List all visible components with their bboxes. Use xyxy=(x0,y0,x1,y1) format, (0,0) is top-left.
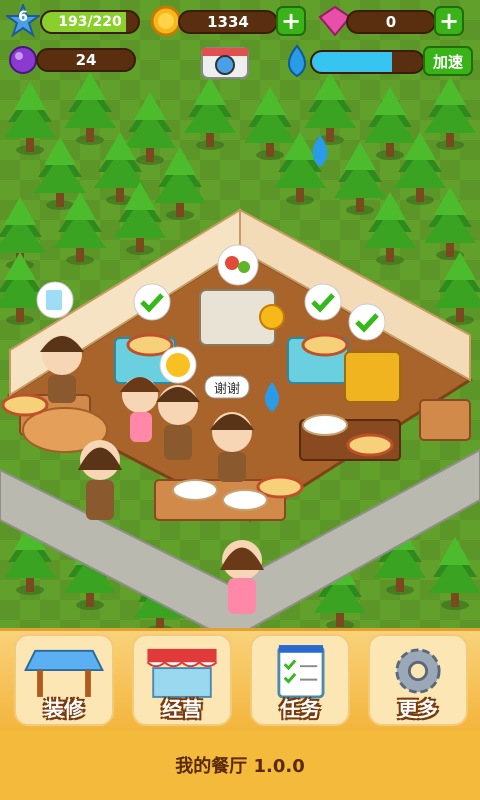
thanks-speech-text: 谢谢 xyxy=(214,381,240,397)
water-drop-icon-hud xyxy=(282,44,312,78)
coin-icon-scene xyxy=(259,304,285,330)
add-coins-button[interactable]: + xyxy=(276,6,306,36)
xp-text: 193/220 xyxy=(58,14,122,30)
gem-count: 0 xyxy=(346,10,436,34)
energy-orb-icon xyxy=(8,45,38,75)
energy-count: 24 xyxy=(36,48,136,72)
camera-button[interactable] xyxy=(200,42,250,80)
decorate-label: 装修 xyxy=(44,697,84,721)
speedup-button[interactable]: 加速 xyxy=(423,46,473,76)
water-bar xyxy=(310,50,425,74)
add-gems-button[interactable]: + xyxy=(434,6,464,36)
app-version-title: 我的餐厅 1.0.0 xyxy=(175,756,305,777)
coin-count: 1334 xyxy=(178,10,278,34)
check-bubble-3 xyxy=(348,303,386,341)
decorate-button[interactable]: 装修 xyxy=(14,634,114,726)
manage-button[interactable]: 经营 xyxy=(132,634,232,726)
tasks-label: 任务 xyxy=(280,697,320,721)
check-bubble-2 xyxy=(304,283,342,321)
water-bar-fill xyxy=(312,52,392,72)
drink-bubble xyxy=(36,281,74,319)
more-label: 更多 xyxy=(398,697,438,721)
manage-label: 经营 xyxy=(162,697,202,721)
level-number: 6 xyxy=(18,9,28,25)
food-bubble xyxy=(217,244,259,286)
tasks-button[interactable]: 任务 xyxy=(250,634,350,726)
check-bubble-1 xyxy=(133,283,171,321)
happy-face-bubble xyxy=(159,346,197,384)
more-button[interactable]: 更多 xyxy=(368,634,468,726)
xp-bar: 193/220 xyxy=(40,10,140,34)
